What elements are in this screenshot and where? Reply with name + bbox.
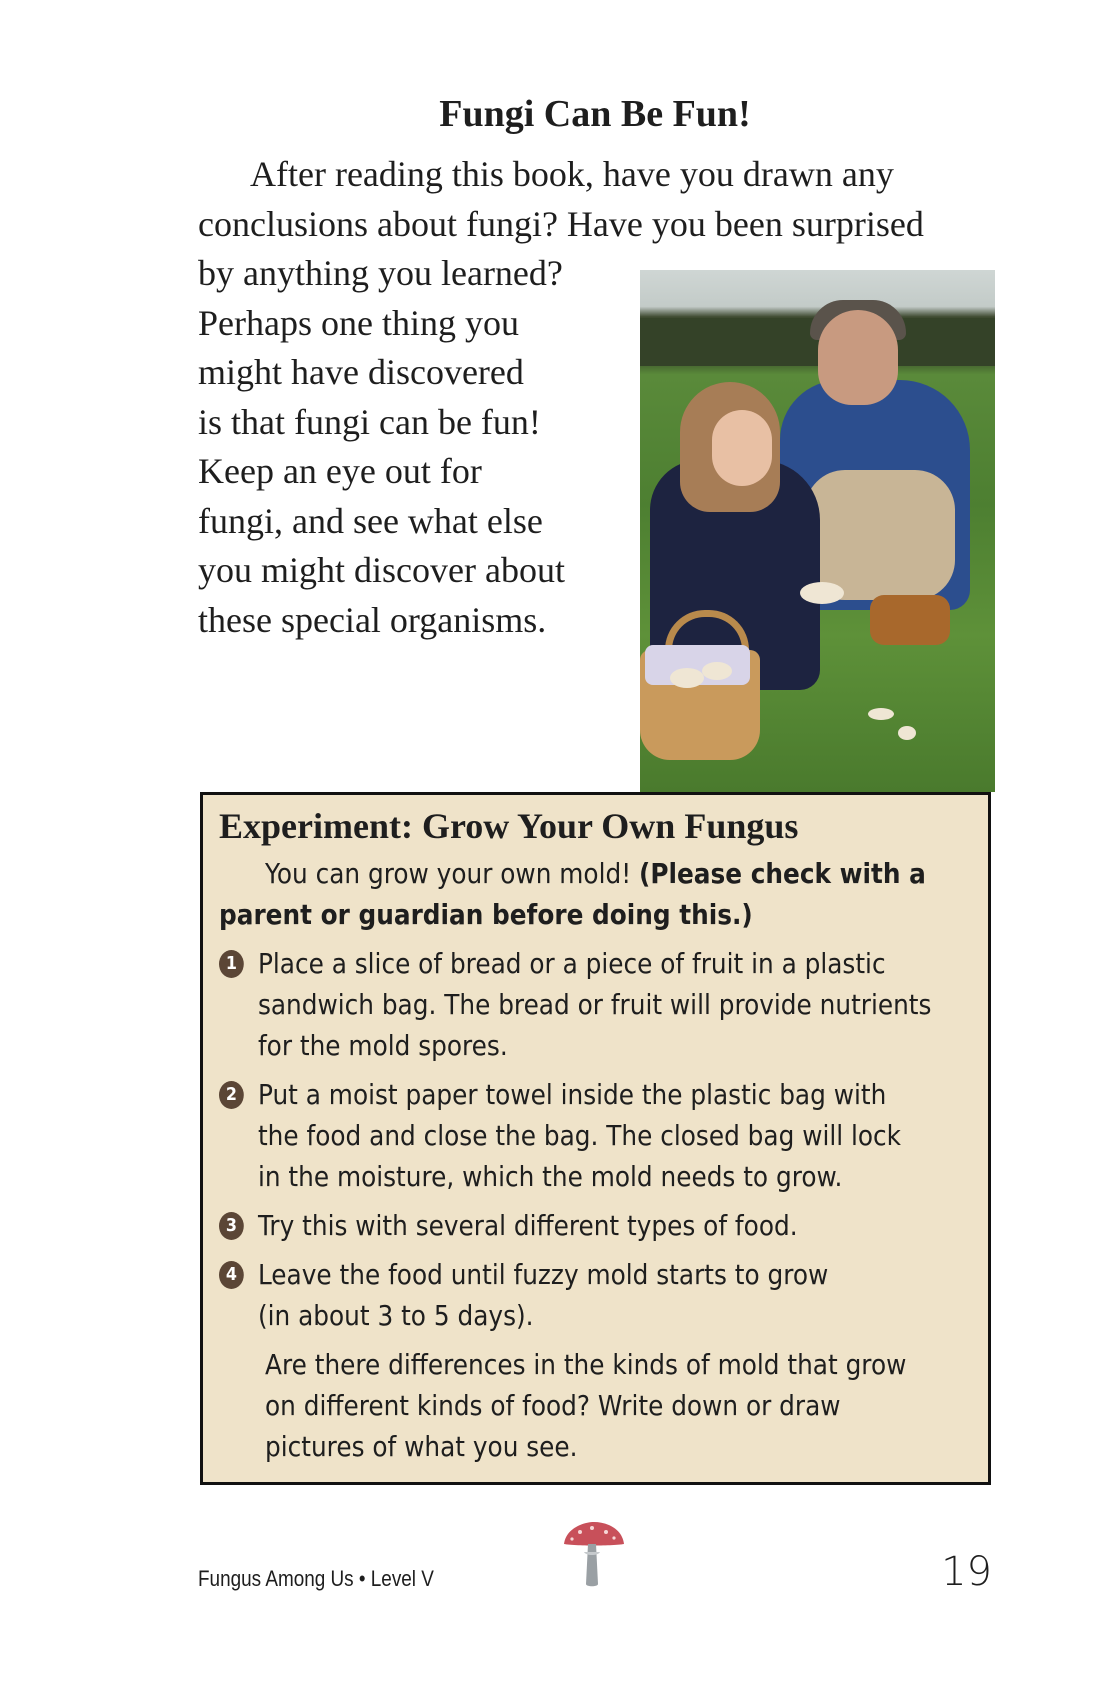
experiment-step: 2 Put a moist paper towel inside the pla… (219, 1074, 902, 1197)
step-text: sandwich bag. The bread or fruit will pr… (257, 988, 932, 1021)
step-number-icon: 1 (219, 950, 244, 978)
step-text: (in about 3 to 5 days). (257, 1299, 534, 1332)
experiment-intro-line: You can grow your own mold! (Please chec… (219, 853, 926, 894)
intro-line: After reading this book, have you drawn … (250, 154, 894, 194)
photo-father-daughter-mushrooms (640, 270, 995, 792)
experiment-step: 1 Place a slice of bread or a piece of f… (219, 943, 932, 1066)
step-text: in the moisture, which the mold needs to… (257, 1160, 843, 1193)
step-text: for the mold spores. (257, 1029, 508, 1062)
step-number-icon: 2 (219, 1081, 244, 1109)
step-text: Place a slice of bread or a piece of fru… (257, 947, 886, 980)
experiment-warning-text: (Please check with a (639, 857, 926, 890)
experiment-title: Experiment: Grow Your Own Fungus (219, 806, 799, 846)
step-text: Put a moist paper towel inside the plast… (257, 1078, 887, 1111)
page-number: 19 (941, 1549, 992, 1595)
experiment-intro-text: You can grow your own mold! (265, 857, 640, 890)
experiment-step: 4 Leave the food until fuzzy mold starts… (219, 1254, 892, 1336)
outro-text: pictures of what you see. (265, 1430, 578, 1463)
experiment-step: 3 Try this with several different types … (219, 1205, 892, 1246)
step-text: Try this with several different types of… (257, 1209, 798, 1242)
experiment-outro: Are there differences in the kinds of mo… (219, 1344, 907, 1467)
step-number-icon: 4 (219, 1261, 244, 1289)
step-text: Leave the food until fuzzy mold starts t… (257, 1258, 829, 1291)
experiment-body: You can grow your own mold! (Please chec… (219, 853, 932, 1467)
step-text: the food and close the bag. The closed b… (257, 1119, 902, 1152)
outro-text: on different kinds of food? Write down o… (265, 1389, 841, 1422)
experiment-box: Experiment: Grow Your Own Fungus You can… (200, 792, 991, 1485)
mushroom-icon (564, 1522, 624, 1587)
footer-book-label: Fungus Among Us • Level V (198, 1566, 434, 1591)
step-number-icon: 3 (219, 1212, 244, 1240)
experiment-warning-text: parent or guardian before doing this.) (219, 898, 753, 931)
intro-line: conclusions about fungi? Have you been s… (198, 203, 924, 244)
page-title: Fungi Can Be Fun! (439, 93, 751, 135)
outro-text: Are there differences in the kinds of mo… (265, 1348, 907, 1381)
